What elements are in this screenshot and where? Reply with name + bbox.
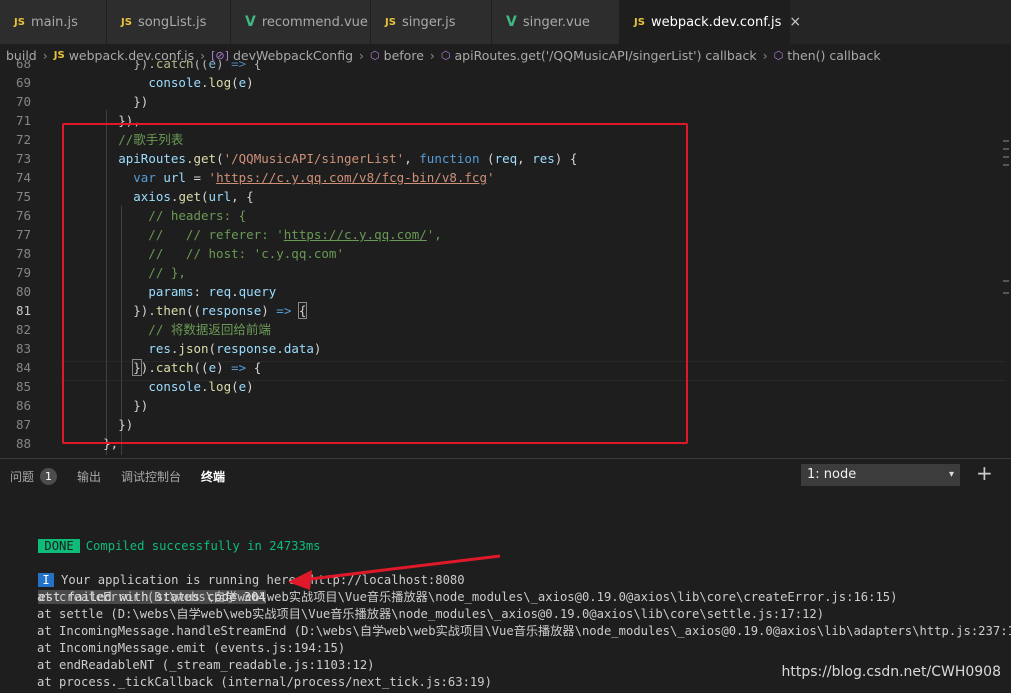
tab-webpack-dev-conf-js[interactable]: JS webpack.dev.conf.js × (620, 0, 801, 44)
tab-singer-vue[interactable]: V singer.vue (492, 0, 620, 44)
code-line: 68 }).catch((e) => { (0, 60, 1011, 73)
code-text: console.log(e) (148, 75, 254, 90)
stack-line: at createError (D:\webs\自学web\web实战项目\Vu… (37, 590, 898, 604)
tab-singer-js[interactable]: JS singer.js (371, 0, 492, 44)
line-number: 71 (15, 113, 31, 128)
tab-terminal[interactable]: 终端 (201, 468, 225, 485)
code-text: }) (58, 94, 149, 109)
js-file-icon: JS (121, 16, 132, 28)
tab-label: singer.vue (522, 14, 590, 30)
line-number: 79 (15, 265, 31, 280)
line-number: 77 (15, 227, 31, 242)
line-number: 70 (15, 94, 31, 109)
js-file-icon: JS (634, 16, 645, 28)
tab-main-js[interactable]: JS main.js (0, 0, 107, 44)
line-number: 74 (15, 170, 31, 185)
stack-line: at process._tickCallback (internal/proce… (37, 675, 492, 689)
vue-file-icon: V (506, 14, 517, 30)
line-number: 78 (15, 246, 31, 261)
js-file-icon: JS (385, 16, 396, 28)
line-number: 86 (15, 398, 31, 413)
watermark: https://blog.csdn.net/CWH0908 (781, 664, 1001, 680)
problems-count-badge: 1 (40, 467, 58, 485)
line-number: 85 (15, 379, 31, 394)
stack-line: at IncomingMessage.emit (events.js:194:1… (37, 641, 346, 655)
line-number: 87 (15, 417, 31, 432)
compile-status-text: Compiled successfully in 24733ms (85, 539, 321, 553)
terminal-output[interactable]: DONE Compiled successfully in 24733ms I Y… (0, 492, 1011, 693)
stack-line: at IncomingMessage.handleStreamEnd (D:\w… (37, 624, 1011, 638)
line-number: 76 (15, 208, 31, 223)
tab-label: 调试控制台 (121, 469, 182, 484)
chevron-down-icon: ▾ (948, 469, 954, 480)
line-number: 84 (15, 360, 31, 375)
close-icon[interactable]: × (789, 14, 801, 30)
tab-label: 输出 (77, 469, 102, 484)
code-text: }).catch((e) => { (58, 60, 262, 71)
terminal-select[interactable]: 1: node ▾ (801, 464, 960, 486)
tab-label: singer.js (401, 14, 456, 30)
line-number: 68 (15, 60, 31, 71)
tab-label: main.js (30, 14, 78, 30)
line-number: 82 (15, 322, 31, 337)
line-number: 73 (15, 151, 31, 166)
terminal-select-value: 1: node (807, 467, 857, 482)
tab-output[interactable]: 输出 (77, 468, 101, 485)
tab-label: songList.js (137, 14, 207, 30)
stack-line: at endReadableNT (_stream_readable.js:11… (37, 658, 375, 672)
highlight-annotation-box (62, 123, 688, 444)
line-number: 80 (15, 284, 31, 299)
code-line: 69 console.log(e) (0, 73, 1011, 92)
tab-recommend-vue[interactable]: V recommend.vue (231, 0, 371, 44)
line-number: 83 (15, 341, 31, 356)
done-badge: DONE (38, 539, 80, 553)
new-terminal-plus-icon[interactable]: + (976, 461, 993, 485)
tab-songlist-js[interactable]: JS songList.js (107, 0, 231, 44)
tab-label: 终端 (201, 469, 226, 484)
line-number: 69 (15, 75, 31, 90)
code-line: 70 }) (0, 92, 1011, 111)
panel-tab-bar: 问题 1 输出 调试控制台 终端 1: node ▾ + (0, 458, 1011, 493)
line-number: 81 (15, 303, 31, 318)
line-number: 75 (15, 189, 31, 204)
editor-tab-bar: JS main.js JS songList.js V recommend.vu… (0, 0, 1011, 45)
tab-debug-console[interactable]: 调试控制台 (121, 468, 181, 485)
tab-label: webpack.dev.conf.js (650, 14, 782, 30)
tab-label: 问题 (10, 469, 35, 484)
stack-line: at settle (D:\webs\自学web\web实战项目\Vue音乐播放… (37, 607, 825, 621)
tab-label: recommend.vue (261, 14, 368, 30)
js-file-icon: JS (14, 16, 25, 28)
tab-problems[interactable]: 问题 1 (10, 467, 58, 485)
vue-file-icon: V (245, 14, 256, 30)
js-file-icon: JS (53, 49, 65, 61)
overview-ruler (1001, 130, 1009, 300)
line-number: 88 (15, 436, 31, 451)
line-number: 72 (15, 132, 31, 147)
